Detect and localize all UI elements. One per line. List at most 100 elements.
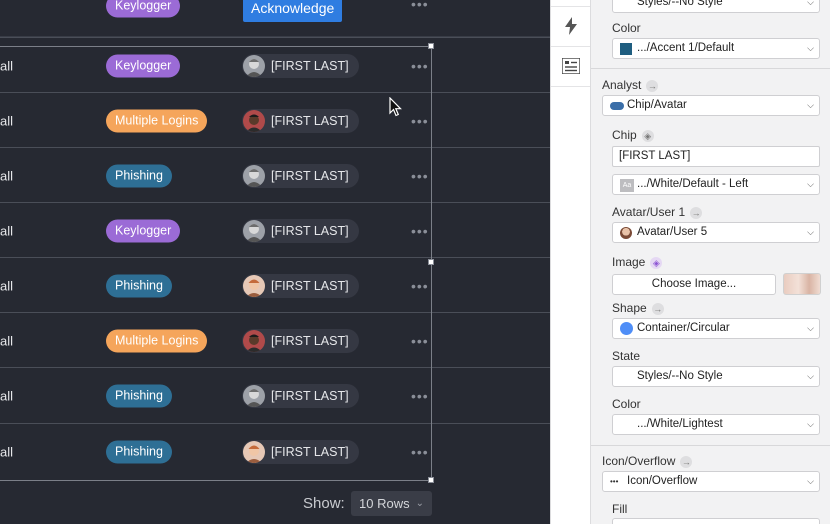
row-divider [0,92,550,93]
acknowledge-button[interactable]: Acknowledge [243,0,343,22]
properties-icon[interactable] [560,55,582,77]
row-prefix-text: all [0,388,14,403]
design-canvas[interactable]: Keylogger Acknowledge ••• all Keylogger [F… [0,0,550,524]
more-icon[interactable]: ••• [411,113,429,129]
chip-text-field[interactable]: [FIRST LAST] [612,146,820,167]
table-row[interactable]: all Multiple Logins [FIRST LAST] ••• [0,92,550,148]
navigate-arrow-icon[interactable]: → [651,303,664,315]
avatar-thumb-icon [620,227,632,239]
table-row[interactable]: all Phishing [FIRST LAST] ••• [0,147,550,203]
resize-handle[interactable] [428,477,434,483]
state-dropdown[interactable]: Styles/--No Style ⌵ [612,366,820,387]
choose-image-button[interactable]: Choose Image... [612,274,776,295]
avatar-value: Avatar/User 5 [637,226,708,238]
text-style-value: .../White/Default - Left [637,178,749,190]
color-value: .../Accent 1/Default [637,42,735,54]
analyst-chip[interactable]: [FIRST LAST] [242,163,359,188]
layers-icon[interactable]: ◈ [641,130,654,142]
more-icon[interactable]: ••• [411,0,429,12]
color-swatch [620,43,632,55]
color-dropdown[interactable]: .../White/Lightest ⌵ [612,414,820,435]
alert-type-badge: Multiple Logins [106,329,208,352]
table-row[interactable]: all Phishing [FIRST LAST] ••• [0,367,550,423]
overflow-dropdown[interactable]: ••• Icon/Overflow ⌵ [602,471,820,492]
selection-edge [0,480,432,481]
toolbar-divider [551,86,590,87]
text-style-dropdown[interactable]: Aa .../White/Default - Left ⌵ [612,174,820,195]
lightning-icon[interactable] [560,15,582,37]
avatar-label: Avatar/User 1 → [612,205,703,219]
more-icon[interactable]: ••• [411,168,429,184]
alert-type-badge: Multiple Logins [106,109,208,132]
more-icon[interactable]: ••• [411,223,429,239]
table-row[interactable]: all Multiple Logins [FIRST LAST] ••• [0,312,550,368]
analyst-value: Chip/Avatar [627,99,687,111]
fill-label: Fill [612,502,628,516]
fill-field[interactable] [612,518,820,524]
shape-dropdown[interactable]: Container/Circular ⌵ [612,318,820,339]
row-prefix-text: all [0,58,14,73]
more-icon[interactable]: ••• [411,278,429,294]
analyst-name: [FIRST LAST] [271,168,349,183]
navigate-arrow-icon[interactable]: → [646,80,659,92]
analyst-dropdown[interactable]: Chip/Avatar ⌵ [602,95,820,116]
avatar [243,164,265,187]
color-label: Color [612,397,641,411]
alert-type-badge: Phishing [106,274,172,297]
row-prefix-text: all [0,113,14,128]
row-divider [0,202,550,203]
rows-per-page-select[interactable]: 10 Rows ⌄ [351,491,432,516]
analyst-chip[interactable]: [FIRST LAST] [242,218,359,243]
selection-edge [0,46,432,47]
navigate-arrow-icon[interactable]: → [680,456,693,468]
more-icon[interactable]: ••• [411,444,429,460]
alert-type-badge: Phishing [106,384,172,407]
resize-handle[interactable] [428,43,434,49]
state-label: State [612,349,641,363]
chevron-down-icon: ⌵ [807,100,814,110]
row-prefix-text: all [0,223,14,238]
alert-type-badge: Keylogger [106,54,181,77]
style-dropdown[interactable]: Styles/--No Style ⌵ [612,0,820,13]
table-row[interactable]: all Phishing [FIRST LAST] ••• [0,257,550,313]
shape-label: Shape → [612,301,664,315]
analyst-chip[interactable]: [FIRST LAST] [242,383,359,408]
analyst-name: [FIRST LAST] [271,388,349,403]
more-icon[interactable]: ••• [411,58,429,74]
chevron-down-icon: ⌵ [807,476,814,486]
chip-icon [610,102,624,110]
alert-type-badge: Phishing [106,440,172,463]
analyst-name: [FIRST LAST] [271,444,349,459]
toolbar-divider [551,6,590,7]
chip-label: Chip ◈ [612,128,654,142]
analyst-chip[interactable]: [FIRST LAST] [242,439,359,464]
chevron-down-icon: ⌵ [807,419,814,429]
chevron-down-icon: ⌵ [807,43,814,53]
analyst-chip[interactable]: [FIRST LAST] [242,273,359,298]
navigate-arrow-icon[interactable]: → [690,207,703,219]
table-row[interactable]: all Keylogger [FIRST LAST] ••• [0,202,550,258]
section-divider [591,68,830,69]
row-divider [0,147,550,148]
more-icon[interactable]: ••• [411,388,429,404]
analyst-chip[interactable]: [FIRST LAST] [242,53,359,78]
analyst-chip[interactable]: [FIRST LAST] [242,328,359,353]
layers-icon[interactable]: ◈ [650,257,663,269]
resize-handle[interactable] [428,259,434,265]
color-value: .../White/Lightest [637,418,723,430]
avatar [243,440,265,463]
color-dropdown[interactable]: .../Accent 1/Default ⌵ [612,38,820,59]
table-row[interactable]: all Phishing [FIRST LAST] ••• [0,423,550,479]
row-prefix-text: all [0,278,14,293]
avatar-dropdown[interactable]: Avatar/User 5 ⌵ [612,222,820,243]
analyst-chip[interactable]: [FIRST LAST] [242,108,359,133]
rows-per-page-value: 10 Rows [359,496,410,511]
row-divider [0,312,550,313]
section-divider [591,445,830,446]
more-icon[interactable]: ••• [411,333,429,349]
toolbar-divider [551,46,590,47]
row-prefix-text: all [0,444,14,459]
avatar [243,54,265,77]
image-thumbnail[interactable] [783,273,821,295]
overflow-value: Icon/Overflow [627,475,698,487]
